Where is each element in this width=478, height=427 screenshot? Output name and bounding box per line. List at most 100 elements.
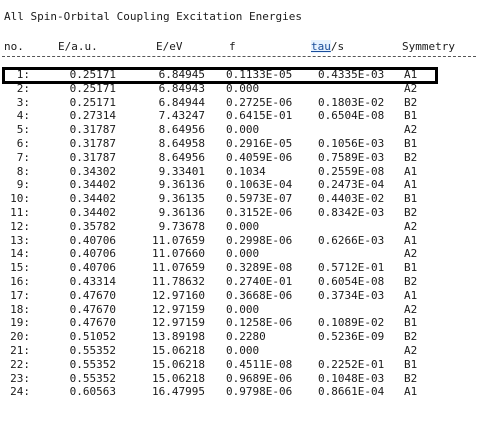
symmetry-cell: B1	[404, 316, 418, 330]
energy-ev-cell: 9.33401	[158, 164, 205, 178]
lifetime-tau-cell: 0.2252E-01	[318, 357, 385, 371]
lifetime-tau-cell: 0.2559E-08	[318, 164, 385, 178]
oscillator-strength-cell: 0.4059E-06	[226, 150, 293, 164]
energy-ev-cell: 8.64956	[158, 123, 205, 137]
table-row: 15: 0.40706 11.07659 0.3289E-08 0.5712E-01 B1	[0, 261, 478, 275]
row-number-cell: 2:	[16, 81, 30, 95]
energy-au-cell: 0.27314	[69, 109, 116, 123]
header-tau-unit: /s	[330, 40, 345, 53]
header-rule	[2, 56, 476, 57]
row-number-cell: 12:	[10, 219, 30, 233]
symmetry-cell: B1	[404, 357, 418, 371]
row-number-cell: 20:	[10, 330, 30, 344]
energy-ev-cell: 9.73678	[158, 219, 205, 233]
oscillator-strength-cell: 0.000	[226, 219, 260, 233]
table-title: All Spin-Orbital Coupling Excitation Ene…	[4, 10, 303, 23]
header-symmetry: Symmetry	[402, 40, 455, 53]
table-row: 23: 0.55352 15.06218 0.9689E-06 0.1048E-03 B2	[0, 372, 478, 386]
table-row: 14: 0.40706 11.07660 0.000 A2	[0, 247, 478, 261]
row-number-cell: 11:	[10, 205, 30, 219]
table-row: 24: 0.60563 16.47995 0.9798E-06 0.8661E-04 A1	[0, 385, 478, 399]
energy-ev-cell: 11.07659	[152, 233, 205, 247]
lifetime-tau-cell: 0.5236E-09	[318, 330, 385, 344]
row-number-cell: 13:	[10, 233, 30, 247]
symmetry-cell: B2	[404, 205, 418, 219]
symmetry-cell: A2	[404, 81, 418, 95]
energy-au-cell: 0.47670	[69, 316, 116, 330]
oscillator-strength-cell: 0.000	[226, 123, 260, 137]
oscillator-strength-cell: 0.6415E-01	[226, 109, 293, 123]
row-number-cell: 15:	[10, 261, 30, 275]
oscillator-strength-cell: 0.2740E-01	[226, 274, 293, 288]
oscillator-strength-cell: 0.5973E-07	[226, 192, 293, 206]
energy-au-cell: 0.34402	[69, 192, 116, 206]
energy-au-cell: 0.47670	[69, 288, 116, 302]
table-row: 18: 0.47670 12.97159 0.000 A2	[0, 303, 478, 317]
row-number-cell: 7:	[16, 150, 30, 164]
row-number-cell: 4:	[16, 109, 30, 123]
energy-ev-cell: 9.36136	[158, 178, 205, 192]
oscillator-strength-cell: 0.3152E-06	[226, 205, 293, 219]
symmetry-cell: A2	[404, 343, 418, 357]
oscillator-strength-cell: 0.2998E-06	[226, 233, 293, 247]
symmetry-cell: B1	[404, 192, 418, 206]
symmetry-cell: A1	[404, 233, 418, 247]
energy-au-cell: 0.51052	[69, 330, 116, 344]
row-number-cell: 17:	[10, 288, 30, 302]
energy-au-cell: 0.31787	[69, 136, 116, 150]
header-tau: tau/s	[311, 40, 344, 54]
energy-ev-cell: 6.84943	[158, 81, 205, 95]
table-row: 19: 0.47670 12.97159 0.1258E-06 0.1089E-02 B1	[0, 316, 478, 330]
oscillator-strength-cell: 0.3289E-08	[226, 261, 293, 275]
energy-au-cell: 0.47670	[69, 302, 116, 316]
energy-au-cell: 0.34402	[69, 205, 116, 219]
table-row: 10: 0.34402 9.36135 0.5973E-07 0.4403E-02 B1	[0, 192, 478, 206]
symmetry-cell: B2	[404, 330, 418, 344]
symmetry-cell: A1	[404, 288, 418, 302]
lifetime-tau-cell: 0.6504E-08	[318, 109, 385, 123]
energy-ev-cell: 8.64958	[158, 136, 205, 150]
table-row: 22: 0.55352 15.06218 0.4511E-08 0.2252E-01 B1	[0, 358, 478, 372]
energy-au-cell: 0.31787	[69, 150, 116, 164]
energy-ev-cell: 15.06218	[152, 357, 205, 371]
energy-ev-cell: 12.97159	[152, 316, 205, 330]
energy-ev-cell: 11.07659	[152, 261, 205, 275]
oscillator-strength-cell: 0.2916E-05	[226, 136, 293, 150]
lifetime-tau-cell: 0.6054E-08	[318, 274, 385, 288]
symmetry-cell: A1	[404, 178, 418, 192]
table-row: 9: 0.34402 9.36136 0.1063E-04 0.2473E-04 A1	[0, 178, 478, 192]
lifetime-tau-cell: 0.8342E-03	[318, 205, 385, 219]
symmetry-cell: B1	[404, 109, 418, 123]
symmetry-cell: B2	[404, 274, 418, 288]
oscillator-strength-cell: 0.9689E-06	[226, 371, 293, 385]
energy-ev-cell: 9.36135	[158, 192, 205, 206]
row-number-cell: 22:	[10, 357, 30, 371]
lifetime-tau-cell: 0.8661E-04	[318, 385, 385, 399]
row-number-cell: 3:	[16, 95, 30, 109]
oscillator-strength-cell: 0.3668E-06	[226, 288, 293, 302]
lifetime-tau-cell: 0.7589E-03	[318, 150, 385, 164]
lifetime-tau-cell: 0.1056E-03	[318, 136, 385, 150]
header-tau-highlight: tau	[311, 40, 331, 53]
lifetime-tau-cell: 0.3734E-03	[318, 288, 385, 302]
energy-au-cell: 0.55352	[69, 343, 116, 357]
row-number-cell: 23:	[10, 371, 30, 385]
oscillator-strength-cell: 0.1133E-05	[226, 68, 293, 81]
energy-ev-cell: 6.84944	[158, 95, 205, 109]
row-number-cell: 9:	[16, 178, 30, 192]
oscillator-strength-cell: 0.000	[226, 343, 260, 357]
energy-ev-cell: 11.78632	[152, 274, 205, 288]
energy-au-cell: 0.25171	[69, 68, 116, 81]
header-energy-ev: E/eV	[156, 40, 183, 53]
oscillator-strength-cell: 0.2280	[226, 330, 266, 344]
energy-ev-cell: 8.64956	[158, 150, 205, 164]
table-row: 13: 0.40706 11.07659 0.2998E-06 0.6266E-03 A1	[0, 234, 478, 248]
energy-au-cell: 0.40706	[69, 261, 116, 275]
table-row: 21: 0.55352 15.06218 0.000 A2	[0, 344, 478, 358]
energy-au-cell: 0.40706	[69, 233, 116, 247]
table-body: 1: 0.25171 6.84945 0.1133E-05 0.4335E-03 A1 2:…	[0, 68, 478, 399]
row-number-cell: 21:	[10, 343, 30, 357]
energy-au-cell: 0.55352	[69, 357, 116, 371]
symmetry-cell: A1	[404, 385, 418, 399]
lifetime-tau-cell: 0.4403E-02	[318, 192, 385, 206]
